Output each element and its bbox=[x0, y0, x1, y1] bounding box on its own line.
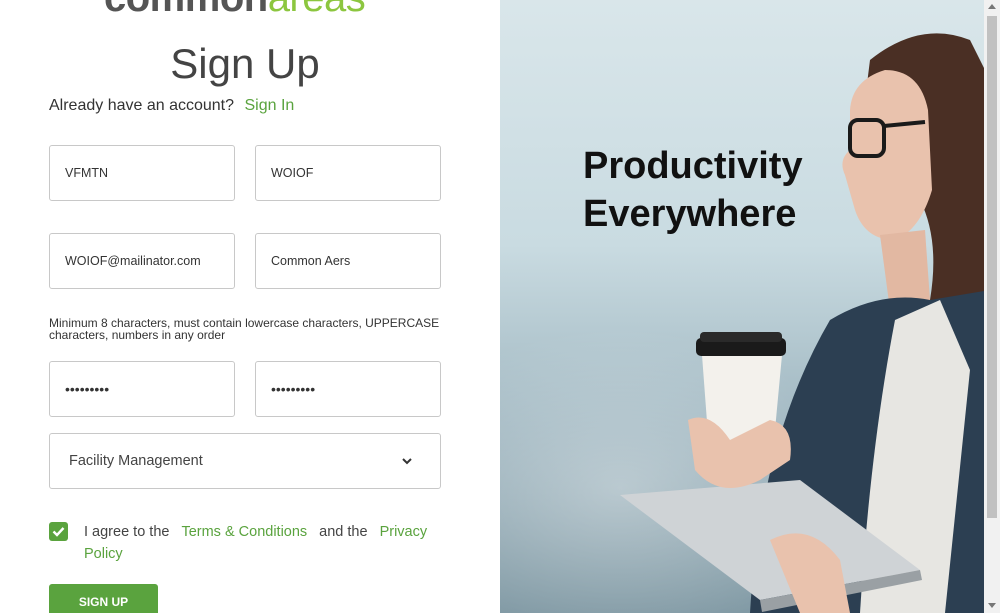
role-select-value: Facility Management bbox=[69, 453, 203, 469]
hero-tagline: Productivity Everywhere bbox=[583, 142, 803, 238]
scroll-up-arrow-icon[interactable] bbox=[988, 4, 996, 9]
last-name-field[interactable] bbox=[255, 145, 441, 201]
signup-button[interactable]: SIGN UP bbox=[49, 584, 158, 613]
page-title: Sign Up bbox=[170, 40, 320, 87]
confirm-password-field[interactable]: ••••••••• bbox=[255, 361, 441, 417]
first-name-input[interactable] bbox=[65, 166, 225, 180]
hero-tagline-line1: Productivity bbox=[583, 145, 803, 187]
logo: commonareas bbox=[104, 0, 366, 20]
agreement-text-1: I agree to the bbox=[84, 524, 170, 540]
scrollbar-thumb[interactable] bbox=[987, 16, 997, 518]
email-input[interactable] bbox=[65, 254, 225, 268]
last-name-input[interactable] bbox=[271, 166, 431, 180]
password-field[interactable]: ••••••••• bbox=[49, 361, 235, 417]
agree-checkbox[interactable] bbox=[49, 522, 68, 541]
confirm-password-masked-value[interactable]: ••••••••• bbox=[271, 381, 315, 397]
password-masked-value[interactable]: ••••••••• bbox=[65, 381, 109, 397]
agreement-text-2: and the bbox=[319, 524, 368, 540]
signin-link[interactable]: Sign In bbox=[244, 97, 294, 114]
signin-prompt: Already have an account? Sign In bbox=[49, 97, 294, 115]
hero-panel: Productivity Everywhere bbox=[500, 0, 1000, 613]
role-select[interactable]: Facility Management bbox=[49, 433, 441, 489]
signin-prompt-text: Already have an account? bbox=[49, 97, 235, 114]
signup-panel: commonareas Sign Up Already have an acco… bbox=[0, 0, 500, 613]
check-icon bbox=[52, 527, 65, 537]
company-input[interactable] bbox=[271, 254, 431, 268]
terms-link[interactable]: Terms & Conditions bbox=[181, 524, 307, 540]
first-name-field[interactable] bbox=[49, 145, 235, 201]
agreement-text: I agree to the Terms & Conditions and the P… bbox=[84, 521, 434, 565]
logo-text-areas: areas bbox=[268, 0, 366, 20]
scroll-down-arrow-icon[interactable] bbox=[988, 603, 996, 608]
hero-tagline-line2: Everywhere bbox=[583, 193, 797, 235]
email-field[interactable] bbox=[49, 233, 235, 289]
chevron-down-icon bbox=[402, 458, 412, 465]
logo-text-common: common bbox=[104, 0, 268, 20]
company-field[interactable] bbox=[255, 233, 441, 289]
password-hint: Minimum 8 characters, must contain lower… bbox=[49, 316, 440, 342]
page-scrollbar[interactable] bbox=[984, 0, 1000, 613]
hero-person-image bbox=[620, 33, 1000, 613]
